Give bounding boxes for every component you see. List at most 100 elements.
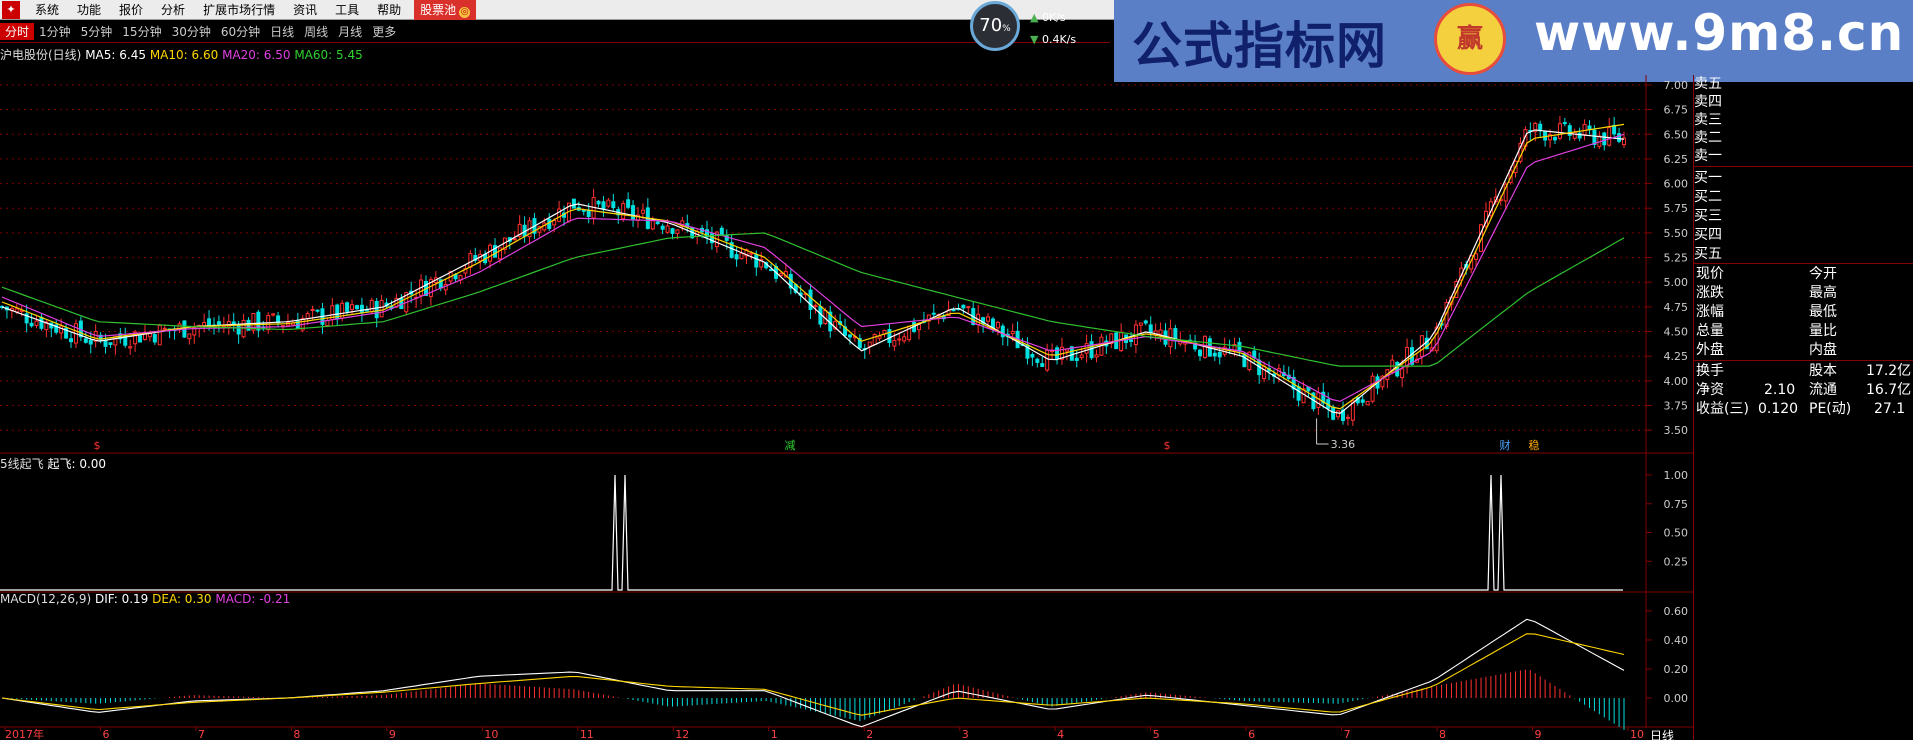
macd-tick-label: 0.00 <box>1664 692 1689 705</box>
fund-label: 收益(三) <box>1696 401 1749 417</box>
candle-body <box>872 334 877 346</box>
candle-body <box>581 209 586 212</box>
candle-body <box>138 335 143 343</box>
quote-divider <box>1694 263 1913 264</box>
candle-body <box>1607 127 1612 146</box>
candle-body <box>897 338 902 341</box>
date-tick-label: 8 <box>1439 728 1446 740</box>
date-tick-label: 6 <box>102 728 109 740</box>
price-tick-label: 7.00 <box>1664 79 1689 92</box>
candle-body <box>1612 124 1617 135</box>
macd-tick-label: 0.40 <box>1664 634 1689 647</box>
candle-body <box>1217 351 1222 358</box>
date-tick-label: 3 <box>962 728 969 740</box>
order-sell-1: 卖一 <box>1694 148 1722 164</box>
order-sell-3: 卖三 <box>1694 112 1722 128</box>
quote-label: 内盘 <box>1809 342 1837 358</box>
candle-body <box>640 209 645 214</box>
candle-body <box>379 299 384 318</box>
fund-label: 股本 <box>1809 363 1837 379</box>
candle-body <box>39 316 44 329</box>
date-tick-label: 5 <box>1153 728 1160 740</box>
candle-body <box>202 322 207 327</box>
candle-body <box>1474 253 1479 260</box>
fund-label: 流通 <box>1809 382 1837 398</box>
candle-body <box>1365 400 1370 406</box>
dif-line <box>1 618 1625 728</box>
candle-body <box>354 305 359 310</box>
date-tick-label: 9 <box>1535 728 1542 740</box>
candle-body <box>488 244 493 262</box>
date-tick-label: 7 <box>1344 728 1351 740</box>
kline-chart[interactable]: 7.00 6.75 6.50 6.25 6.00 5.75 5.50 5.25 5.00 4.75… <box>0 0 1693 740</box>
fund-value: 27.1 <box>1874 401 1906 417</box>
candle-body <box>626 199 631 208</box>
price-axis: 7.00 6.75 6.50 6.25 6.00 5.75 5.50 5.25 5.00 4.75… <box>1646 79 1688 437</box>
candle-body <box>1030 354 1035 358</box>
candle-body <box>606 199 611 207</box>
date-tick-label: 9 <box>389 728 396 740</box>
candle-body <box>916 324 921 331</box>
order-divider <box>1694 166 1913 167</box>
fund-label: 净资 <box>1696 382 1724 398</box>
candle-body <box>345 302 350 312</box>
candle-body <box>350 304 355 310</box>
candle-body <box>152 334 157 343</box>
candle-body <box>1262 365 1267 380</box>
candle-body <box>1242 353 1247 368</box>
candle-body <box>966 306 971 309</box>
candle-body <box>586 209 591 217</box>
candle-body <box>187 333 192 340</box>
candle-body <box>1617 133 1622 142</box>
candle-body <box>1296 386 1301 401</box>
date-tick-label: 10 <box>1630 728 1644 740</box>
quote-row: 涨幅 最低 <box>1694 303 1913 322</box>
candle-body <box>739 252 744 260</box>
chart-grid <box>0 75 1693 728</box>
price-tick-label: 6.50 <box>1664 128 1689 141</box>
candle-body <box>88 339 93 345</box>
candle-body <box>867 341 872 347</box>
candle-body <box>374 300 379 319</box>
signal-line <box>0 474 1623 591</box>
signal-tick-label: 1.00 <box>1664 469 1689 482</box>
ma5-line <box>1 129 1625 415</box>
candle-body <box>961 304 966 309</box>
candle-body <box>596 200 601 205</box>
candle-body <box>611 201 616 209</box>
order-buy-1: 买一 <box>1694 170 1722 186</box>
price-tick-label: 4.75 <box>1664 301 1689 314</box>
event-mark: $ <box>94 439 101 452</box>
candle-body <box>1094 354 1099 358</box>
macd-tick-label: 0.20 <box>1664 663 1689 676</box>
fund-row: 收益(三) 0.120 PE(动) 27.1 <box>1694 400 1913 419</box>
quote-label: 最高 <box>1809 285 1837 301</box>
date-tick-label: 8 <box>293 728 300 740</box>
price-tick-label: 4.00 <box>1664 375 1689 388</box>
date-tick-label: 7 <box>198 728 205 740</box>
date-tick-label: 6 <box>1248 728 1255 740</box>
candle-body <box>1128 339 1133 342</box>
candle-body <box>512 238 517 241</box>
order-sell-2: 卖二 <box>1694 130 1722 146</box>
candle-body <box>128 346 133 349</box>
date-tick-label: 4 <box>1057 728 1064 740</box>
dea-line <box>1 633 1625 716</box>
candle-body <box>1143 320 1148 324</box>
fund-row: 净资 2.10 流通 16.7亿 <box>1694 381 1913 400</box>
price-tick-label: 5.75 <box>1664 202 1689 215</box>
candle-body <box>34 320 39 326</box>
candle-body <box>902 336 907 342</box>
low-price-label: 3.36 <box>1331 438 1356 451</box>
price-tick-label: 5.00 <box>1664 276 1689 289</box>
candle-body <box>734 254 739 260</box>
candle-body <box>887 329 892 343</box>
quote-row: 涨跌 最高 <box>1694 284 1913 303</box>
price-tick-label: 6.25 <box>1664 153 1689 166</box>
quote-label: 涨跌 <box>1696 285 1724 301</box>
candle-body <box>369 299 374 313</box>
fund-divider <box>1694 360 1913 361</box>
fund-value: 16.7亿 <box>1866 382 1912 398</box>
period-indicator: 日线 <box>1650 729 1675 740</box>
event-mark: 减 <box>785 439 796 452</box>
